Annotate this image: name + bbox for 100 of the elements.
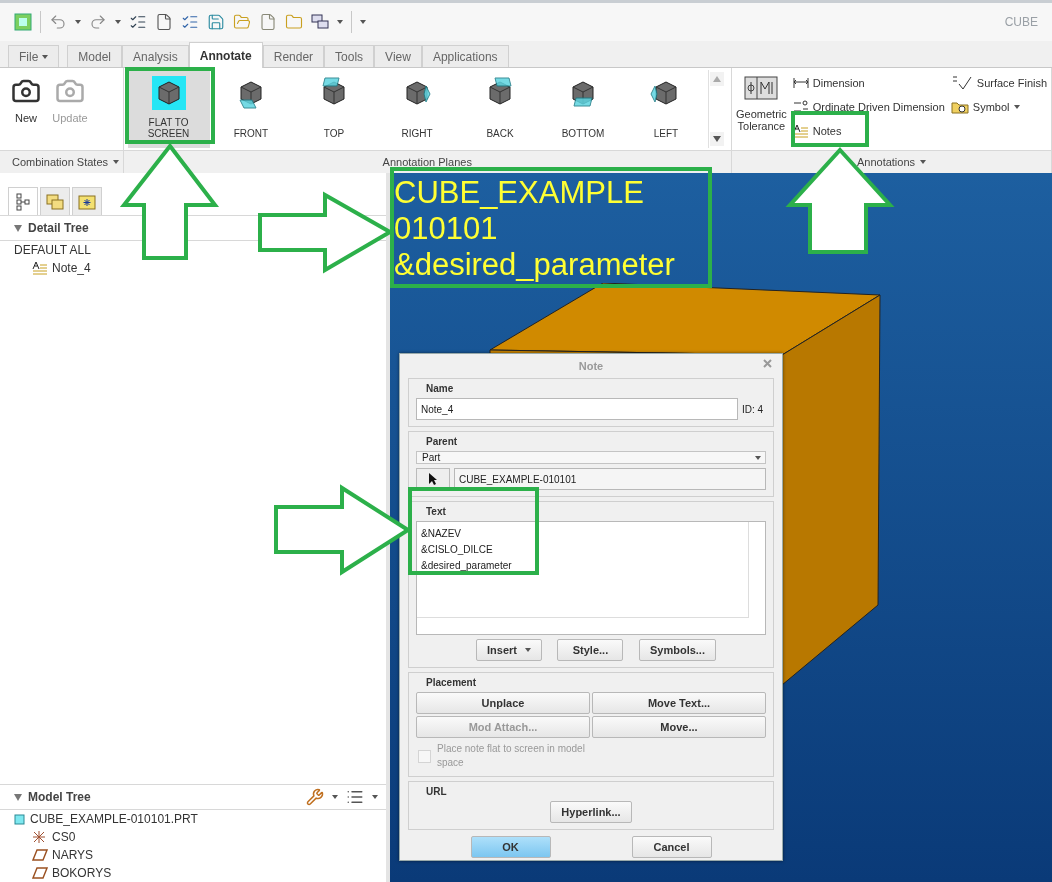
file-menu[interactable]: File [8,45,60,67]
folder-icon[interactable] [285,13,303,31]
group-label[interactable]: Annotations [732,150,1051,173]
caret-icon[interactable] [332,795,338,799]
note-text-area[interactable]: &NAZEV &CISLO_DILCE &desired_parameter [416,521,766,635]
section-title: Detail Tree [28,221,89,235]
group-label[interactable]: Combination States [0,150,123,173]
dialog-button[interactable]: Unplace [416,692,590,714]
note-icon [32,261,48,275]
symbol-folder-icon [950,100,969,114]
caret-icon [755,455,761,460]
favorites-tab[interactable] [72,187,102,215]
tree-item[interactable]: CUBE_EXAMPLE-010101.PRT [30,812,198,826]
tolerance-frame-icon [744,76,779,100]
redo-icon[interactable] [89,13,107,31]
dialog-button[interactable]: Move... [592,716,766,738]
name-field[interactable]: Note_4 [416,398,738,420]
caret-icon[interactable] [337,20,343,24]
collapse-icon[interactable] [14,224,22,232]
customize-caret-icon[interactable] [360,20,366,24]
plane-button[interactable]: FLAT TO SCREEN [127,70,210,148]
tree-item[interactable]: Note_4 [52,261,91,275]
dialog-button[interactable]: Style... [557,639,624,661]
reference-field[interactable]: CUBE_EXAMPLE-010101 [454,468,766,490]
collapse-icon[interactable] [14,793,22,801]
datum-plane-icon [32,867,48,879]
list-icon[interactable] [346,788,364,806]
ribbon-button[interactable]: Geometric Tolerance [736,70,787,148]
plane-button[interactable]: BACK [458,70,542,148]
select-button[interactable] [416,468,450,490]
id-label: ID: 4 [742,403,765,415]
ribbon-tab[interactable]: Applications [421,45,509,67]
ribbon-button[interactable]: New [4,70,48,148]
dialog-button[interactable]: Symbols... [638,639,716,661]
caret-icon[interactable] [372,795,378,799]
surface-finish-icon [950,76,973,90]
plane-button[interactable]: LEFT [624,70,708,148]
tree-item[interactable]: BOKORYS [52,866,112,880]
dialog-button[interactable]: Move Text... [592,692,766,714]
model-note-text: 010101 [394,211,499,247]
ok-button[interactable]: OK [470,836,551,858]
plane-button[interactable]: BOTTOM [541,70,625,148]
ribbon-button[interactable]: Dimension [792,74,945,92]
scroll-down-button[interactable] [709,132,724,146]
new-file-icon[interactable] [155,13,173,31]
undo-icon[interactable] [49,13,67,31]
tree-structure-icon [16,192,30,211]
scroll-down-icon [712,136,721,142]
pointer-icon [428,472,438,486]
ribbon-tab[interactable]: Render [262,45,325,67]
ribbon-tab[interactable]: Annotate [188,42,263,68]
tree-item[interactable]: CS0 [52,830,76,844]
ribbon-tab[interactable]: Model [67,45,123,67]
wrench-icon[interactable] [306,788,324,806]
dialog-button[interactable]: Insert [476,639,542,661]
ribbon-button[interactable]: Notes [792,122,945,140]
part-icon [14,813,26,825]
datum-plane-icon [32,849,48,861]
group-title: Parent [425,436,459,447]
parent-type-select[interactable]: Part [416,451,766,464]
checklist-icon[interactable] [181,13,199,31]
ribbon-tab[interactable]: View [374,45,422,67]
window-title: CUBE [1004,15,1038,29]
plane-button[interactable]: TOP [292,70,376,148]
document-icon[interactable] [259,13,277,31]
caret-icon [525,648,531,652]
folders-icon [46,193,64,210]
coordinate-system-icon [32,830,48,844]
caret-icon[interactable] [75,20,81,24]
ribbon-button[interactable]: Ordinate Driven Dimension [792,98,945,116]
windows-icon[interactable] [311,14,329,30]
ribbon-button[interactable]: Surface Finish [950,74,1048,92]
tree-item[interactable]: NARYS [52,848,94,862]
dialog-title: Note [578,360,604,372]
model-note-text: &desired_parameter [394,247,675,283]
close-icon[interactable] [763,359,772,368]
save-icon[interactable] [207,13,225,31]
group-title: URL [425,786,448,797]
scroll-up-icon [712,76,721,82]
cancel-button[interactable]: Cancel [631,836,712,858]
group-title: Placement [425,677,478,688]
scroll-up-button[interactable] [709,72,724,86]
ordinate-dimension-icon [792,100,809,114]
checkbox-label: Place note flat to screen in model space [437,742,586,770]
group-title: Text [425,506,447,517]
plane-button[interactable]: FRONT [209,70,293,148]
ribbon-tab[interactable]: Tools [324,45,375,67]
plane-button[interactable]: RIGHT [375,70,459,148]
open-folder-icon[interactable] [233,13,251,31]
ribbon-tab[interactable]: Analysis [122,45,189,67]
caret-icon[interactable] [115,20,121,24]
tree-tab[interactable] [8,187,38,215]
section-title: Model Tree [28,790,91,804]
hyperlink-button[interactable]: Hyperlink... [550,801,632,823]
list-icon[interactable] [129,13,147,31]
caret-icon [1013,105,1020,109]
star-folder-icon [78,193,96,210]
ribbon-button[interactable]: Symbol [950,98,1048,116]
cube-icon [151,76,186,110]
tree-item[interactable]: DEFAULT ALL [14,243,91,257]
